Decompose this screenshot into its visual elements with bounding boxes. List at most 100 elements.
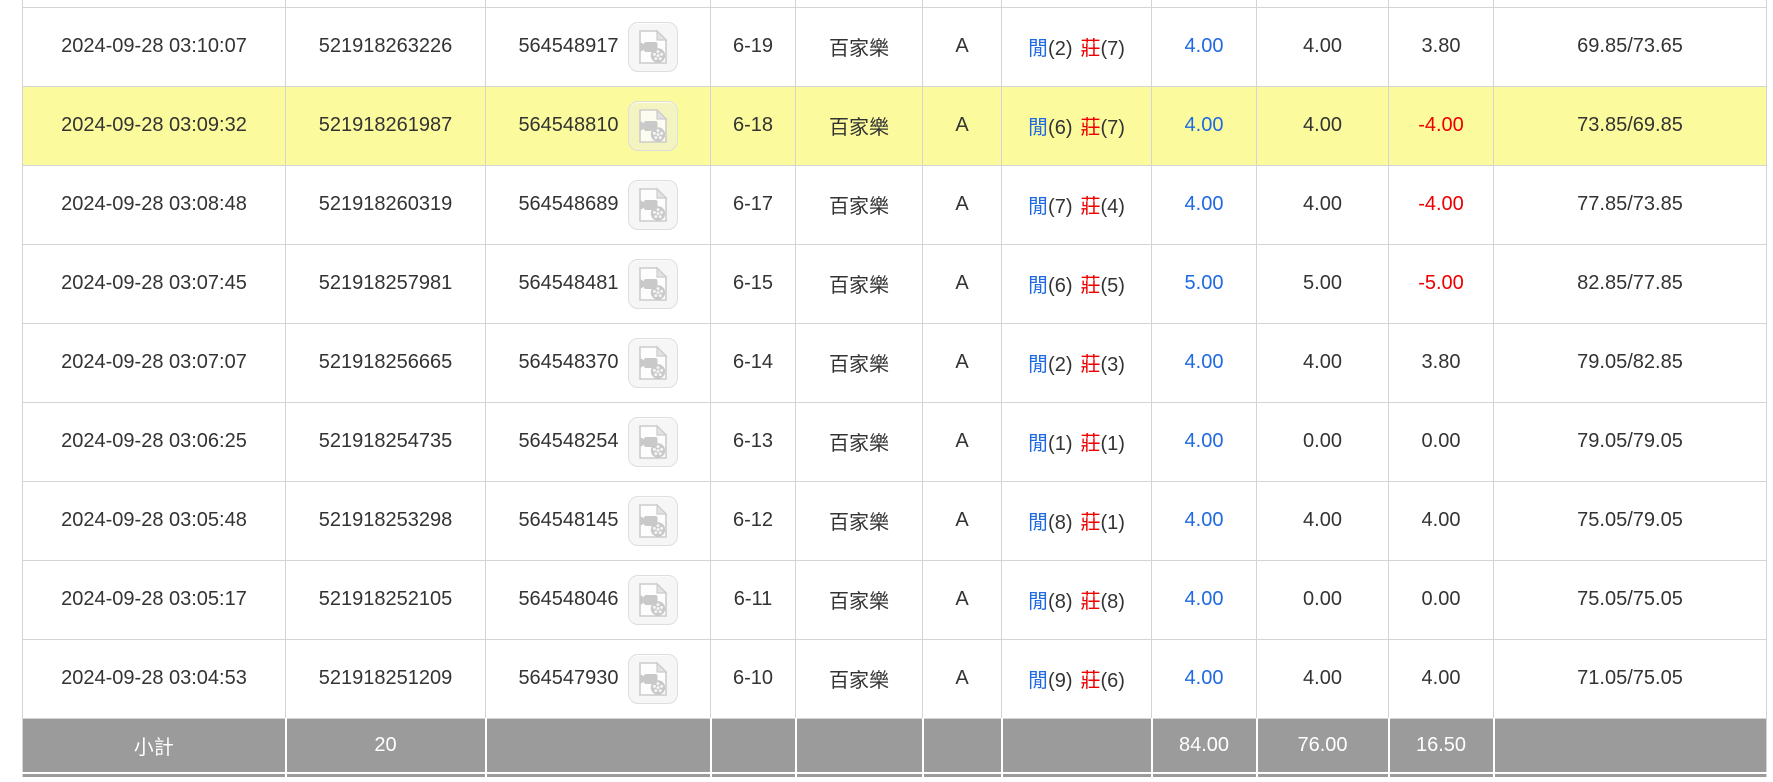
cell-result: 閒(8) 莊(1) bbox=[1001, 480, 1152, 561]
video-icon[interactable] bbox=[627, 21, 678, 72]
player-score: (9) bbox=[1048, 670, 1073, 692]
cell-table-letter: A bbox=[922, 6, 1002, 87]
cell-shoe-round: 6-19 bbox=[710, 6, 796, 87]
cell-round-id: 564548689 bbox=[485, 164, 711, 245]
table-row[interactable]: 2024-09-28 03:09:32 521918261987 5645488… bbox=[22, 85, 1767, 166]
player-label: 閒 bbox=[1028, 433, 1049, 455]
empty-cell bbox=[284, 773, 487, 777]
cell-bet-time: 2024-09-28 03:07:07 bbox=[22, 322, 286, 403]
cell-bet-amount: 4.00 bbox=[1151, 401, 1257, 482]
cell-result: 閒(7) 莊(4) bbox=[1001, 164, 1152, 245]
cell-valid-bet: 4.00 bbox=[1256, 638, 1389, 719]
player-label: 閒 bbox=[1028, 117, 1049, 139]
cell-game-type: 百家樂 bbox=[795, 480, 923, 561]
video-icon[interactable] bbox=[627, 574, 678, 625]
banker-label: 莊 bbox=[1080, 433, 1101, 455]
cell-shoe-round: 6-17 bbox=[710, 164, 796, 245]
round-id-text: 564548145 bbox=[518, 509, 619, 531]
empty-cell bbox=[1000, 773, 1153, 777]
cell-valid-bet: 4.00 bbox=[1256, 6, 1389, 87]
banker-label: 莊 bbox=[1080, 117, 1101, 139]
cell-win-loss: -5.00 bbox=[1388, 243, 1494, 324]
table-row[interactable]: 2024-09-28 03:10:07 521918263226 5645489… bbox=[22, 6, 1767, 87]
cell-game-type: 百家樂 bbox=[795, 164, 923, 245]
cell-win-loss: 0.00 bbox=[1388, 559, 1494, 640]
cell-balance: 71.05/75.05 bbox=[1493, 638, 1767, 719]
cell-valid-bet: 4.00 bbox=[1256, 480, 1389, 561]
subtotal-bet-amount: 84.00 bbox=[1150, 717, 1258, 774]
cell-result: 閒(8) 莊(8) bbox=[1001, 559, 1152, 640]
subtotal-row: 小計 20 84.00 76.00 16.50 bbox=[22, 717, 1767, 774]
empty-cell bbox=[1255, 773, 1390, 777]
cell-result: 閒(6) 莊(5) bbox=[1001, 243, 1152, 324]
table-row[interactable]: 2024-09-28 03:06:25 521918254735 5645482… bbox=[22, 401, 1767, 482]
cell-shoe-round: 6-10 bbox=[710, 638, 796, 719]
cell-bet-amount: 4.00 bbox=[1151, 322, 1257, 403]
table-row[interactable]: 2024-09-28 03:07:45 521918257981 5645484… bbox=[22, 243, 1767, 324]
empty-cell bbox=[921, 717, 1003, 774]
empty-cell bbox=[1256, 0, 1389, 8]
cell-bet-id: 521918251209 bbox=[285, 638, 486, 719]
cell-balance: 73.85/69.85 bbox=[1493, 85, 1767, 166]
round-id-text: 564547930 bbox=[518, 667, 619, 689]
empty-cell bbox=[484, 773, 712, 777]
round-id-text: 564548810 bbox=[518, 114, 619, 136]
round-id-text: 564548046 bbox=[518, 588, 619, 610]
cell-balance: 79.05/82.85 bbox=[1493, 322, 1767, 403]
table-row[interactable]: 2024-09-28 03:04:53 521918251209 5645479… bbox=[22, 638, 1767, 719]
player-label: 閒 bbox=[1028, 512, 1049, 534]
player-score: (2) bbox=[1048, 354, 1073, 376]
empty-cell bbox=[1493, 0, 1767, 8]
bet-records-table: 2024-09-28 03:10:07 521918263226 5645489… bbox=[22, 0, 1767, 777]
banker-label: 莊 bbox=[1080, 512, 1101, 534]
cell-valid-bet: 0.00 bbox=[1256, 559, 1389, 640]
round-id-text: 564548481 bbox=[518, 272, 619, 294]
banker-score: (1) bbox=[1100, 512, 1125, 534]
video-icon[interactable] bbox=[627, 179, 678, 230]
video-icon[interactable] bbox=[627, 653, 678, 704]
banker-score: (7) bbox=[1100, 38, 1125, 60]
cell-bet-time: 2024-09-28 03:10:07 bbox=[22, 6, 286, 87]
cell-round-id: 564548254 bbox=[485, 401, 711, 482]
cell-bet-id: 521918260319 bbox=[285, 164, 486, 245]
banker-label: 莊 bbox=[1080, 275, 1101, 297]
empty-cell bbox=[485, 0, 711, 8]
cell-game-type: 百家樂 bbox=[795, 6, 923, 87]
cell-shoe-round: 6-15 bbox=[710, 243, 796, 324]
empty-cell bbox=[484, 717, 712, 774]
video-icon[interactable] bbox=[627, 258, 678, 309]
banker-label: 莊 bbox=[1080, 354, 1101, 376]
cell-bet-time: 2024-09-28 03:04:53 bbox=[22, 638, 286, 719]
table-row[interactable]: 2024-09-28 03:07:07 521918256665 5645483… bbox=[22, 322, 1767, 403]
cell-shoe-round: 6-12 bbox=[710, 480, 796, 561]
cell-valid-bet: 4.00 bbox=[1256, 164, 1389, 245]
video-icon[interactable] bbox=[627, 416, 678, 467]
subtotal-win-loss: 16.50 bbox=[1387, 717, 1495, 774]
video-icon[interactable] bbox=[627, 495, 678, 546]
cell-bet-time: 2024-09-28 03:06:25 bbox=[22, 401, 286, 482]
round-id-text: 564548917 bbox=[518, 35, 619, 57]
table-row[interactable]: 2024-09-28 03:05:48 521918253298 5645481… bbox=[22, 480, 1767, 561]
table-row[interactable]: 2024-09-28 03:08:48 521918260319 5645486… bbox=[22, 164, 1767, 245]
table-row[interactable]: 2024-09-28 03:05:17 521918252105 5645480… bbox=[22, 559, 1767, 640]
cell-result: 閒(1) 莊(1) bbox=[1001, 401, 1152, 482]
empty-cell bbox=[1150, 773, 1258, 777]
video-icon[interactable] bbox=[627, 100, 678, 151]
cell-table-letter: A bbox=[922, 638, 1002, 719]
player-label: 閒 bbox=[1028, 196, 1049, 218]
empty-cell bbox=[709, 717, 797, 774]
empty-cell bbox=[922, 0, 1002, 8]
round-id-text: 564548370 bbox=[518, 351, 619, 373]
player-label: 閒 bbox=[1028, 38, 1049, 60]
empty-cell bbox=[22, 773, 287, 777]
empty-cell bbox=[794, 773, 924, 777]
cell-table-letter: A bbox=[922, 480, 1002, 561]
empty-cell bbox=[709, 773, 797, 777]
cell-win-loss: -4.00 bbox=[1388, 164, 1494, 245]
cell-round-id: 564548481 bbox=[485, 243, 711, 324]
cell-bet-amount: 4.00 bbox=[1151, 6, 1257, 87]
cell-result: 閒(9) 莊(6) bbox=[1001, 638, 1152, 719]
video-icon[interactable] bbox=[627, 337, 678, 388]
player-score: (1) bbox=[1048, 433, 1073, 455]
empty-cell bbox=[795, 0, 923, 8]
